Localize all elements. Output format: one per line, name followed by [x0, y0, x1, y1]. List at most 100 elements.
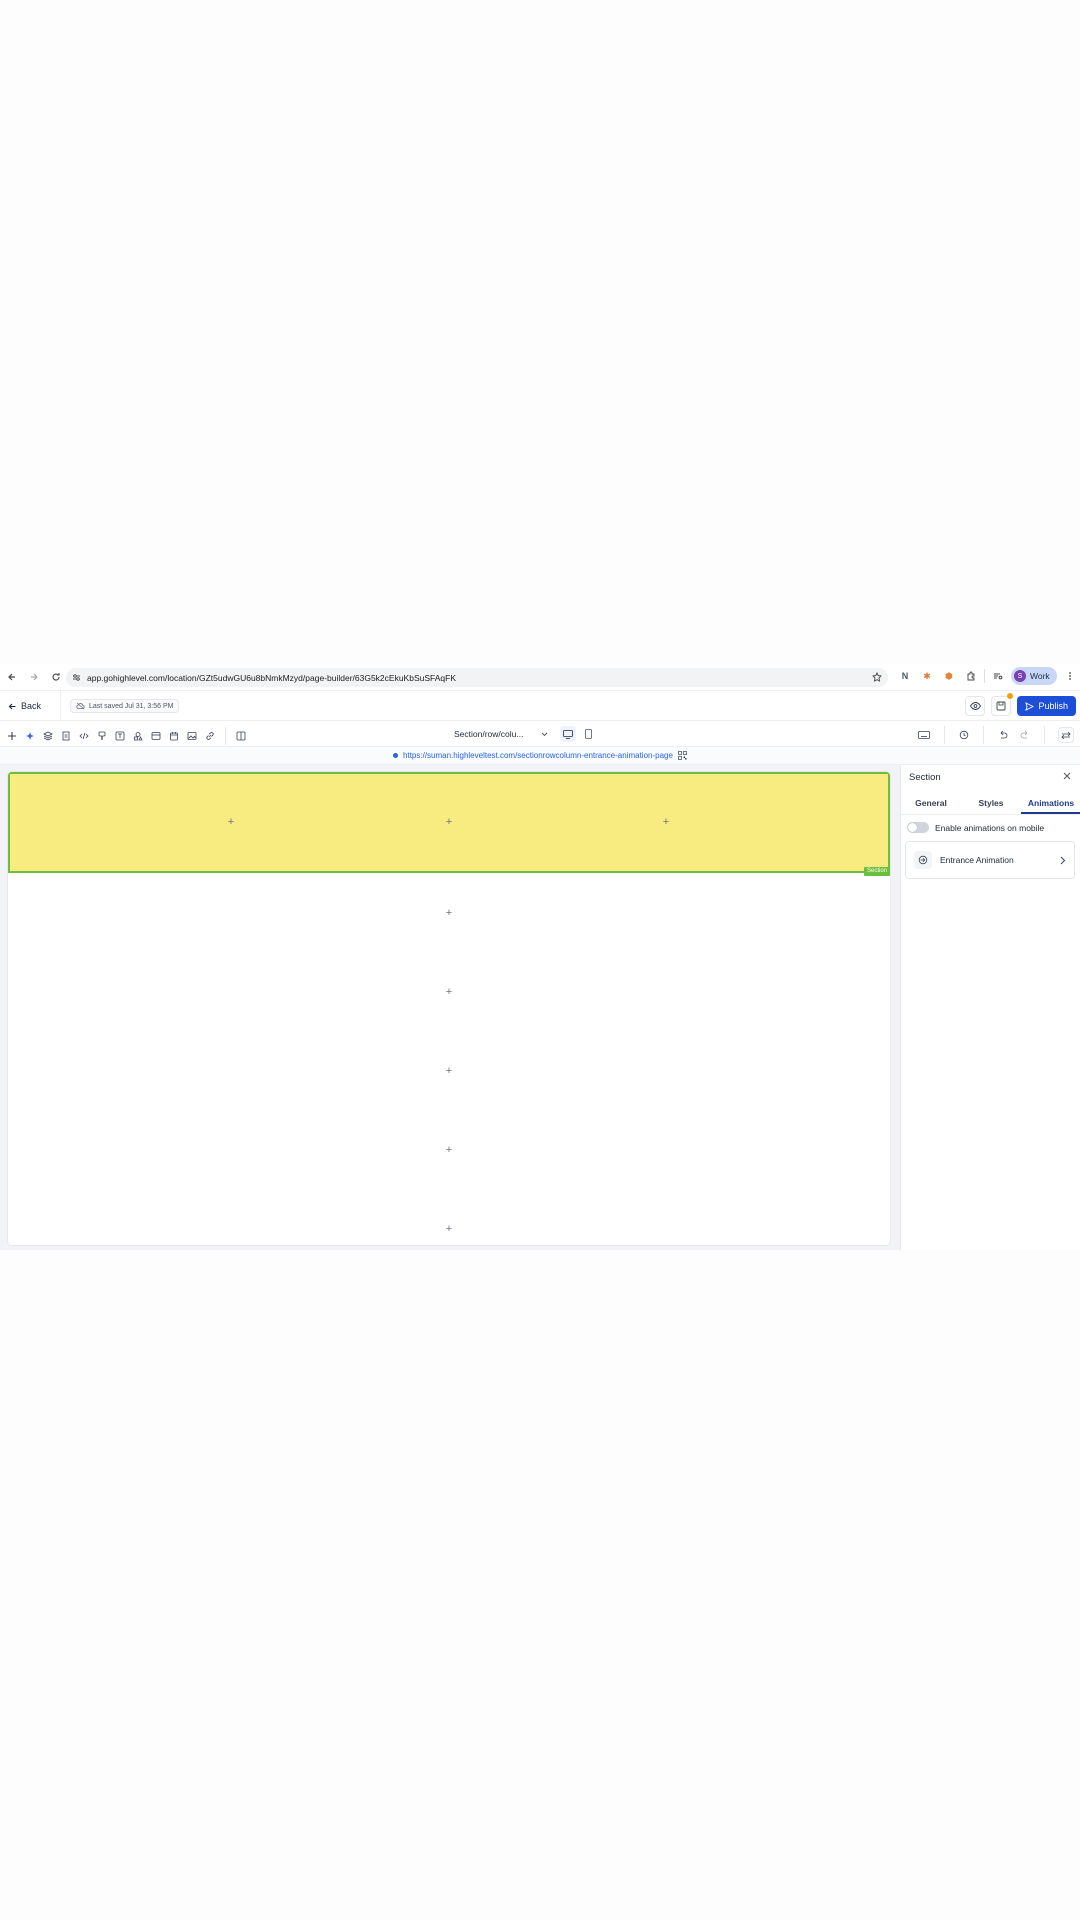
divider: [944, 726, 945, 744]
avatar: S: [1014, 670, 1026, 682]
add-section-button[interactable]: +: [443, 1223, 455, 1235]
text-settings-icon[interactable]: [114, 730, 126, 742]
tab-styles[interactable]: Styles: [961, 793, 1021, 814]
qr-code-icon[interactable]: [678, 751, 687, 760]
back-button[interactable]: Back: [8, 697, 41, 715]
eye-icon: [969, 702, 981, 710]
shapes-icon[interactable]: [132, 730, 144, 742]
canvas-page: + + + Section + + + + +: [8, 772, 890, 1245]
builder-canvas: + + + Section + + + + +: [0, 765, 900, 1250]
code-icon[interactable]: [78, 730, 90, 742]
mobile-animation-row: Enable animations on mobile: [907, 822, 1044, 833]
tab-general[interactable]: General: [901, 793, 961, 814]
live-url-strip: https://suman.highleveltest.com/sectionr…: [0, 747, 1080, 765]
address-bar[interactable]: app.gohighlevel.com/location/GZt5udwGU6u…: [66, 668, 888, 687]
paint-icon[interactable]: [96, 730, 108, 742]
header-actions: Publish: [965, 693, 1076, 716]
keyboard-icon[interactable]: [917, 729, 931, 741]
back-arrow-icon: [8, 703, 16, 709]
swap-panel-button[interactable]: [1058, 727, 1074, 743]
profile-chip[interactable]: S Work: [1011, 667, 1057, 685]
mobile-animation-toggle[interactable]: [907, 822, 929, 833]
page-selector-label: Section/row/colu...: [454, 729, 524, 739]
live-status-dot: [393, 753, 399, 758]
tab-animations[interactable]: Animations: [1021, 793, 1080, 814]
divider: [984, 669, 985, 683]
last-saved-text: Last saved Jul 31, 3:56 PM: [89, 702, 174, 710]
redo-icon[interactable]: [1019, 729, 1031, 741]
add-column-button[interactable]: +: [443, 816, 455, 828]
site-settings-icon[interactable]: [72, 673, 81, 682]
save-icon: [997, 701, 1006, 711]
extension-cube-icon[interactable]: ⬢: [940, 667, 958, 685]
entrance-animation-card[interactable]: Entrance Animation: [905, 841, 1075, 879]
extension-asterisk-icon[interactable]: ✱: [918, 667, 936, 685]
forward-arrow-icon[interactable]: [24, 667, 44, 687]
profile-label: Work: [1030, 671, 1050, 681]
app-window: app.gohighlevel.com/location/GZt5udwGU6u…: [0, 664, 1080, 1250]
publish-label: Publish: [1038, 701, 1068, 711]
reload-icon[interactable]: [46, 667, 66, 687]
toggle-knob: [908, 823, 917, 832]
link-icon[interactable]: [204, 730, 216, 742]
section-tag[interactable]: Section: [863, 867, 890, 876]
send-icon: [1025, 701, 1035, 711]
pages-icon[interactable]: [60, 730, 72, 742]
mobile-animation-label: Enable animations on mobile: [935, 822, 1045, 833]
image-icon[interactable]: [186, 730, 198, 742]
publish-button[interactable]: Publish: [1017, 696, 1076, 716]
history-icon[interactable]: [958, 729, 970, 741]
builder-toolbar: Section/row/colu...: [0, 721, 1080, 747]
add-section-button[interactable]: +: [443, 907, 455, 919]
back-label: Back: [21, 701, 42, 711]
address-url: app.gohighlevel.com/location/GZt5udwGU6u…: [87, 672, 457, 683]
extensions-puzzle-icon[interactable]: [962, 667, 980, 685]
extension-n-icon[interactable]: N: [896, 667, 914, 685]
selected-section[interactable]: + + +: [8, 772, 890, 873]
chevron-right-icon: [1060, 856, 1066, 865]
columns-icon[interactable]: [235, 730, 247, 742]
divider: [60, 691, 61, 721]
live-url-link[interactable]: https://suman.highleveltest.com/sectionr…: [403, 751, 673, 760]
builder-header: Back Last saved Jul 31, 3:56 PM Publish: [0, 691, 1080, 721]
extensions-area: N ✱ ⬢ S Work: [896, 667, 1079, 685]
bookmark-star-icon[interactable]: [872, 672, 882, 682]
divider: [225, 727, 226, 745]
mobile-view-icon[interactable]: [580, 726, 596, 742]
cloud-off-icon: [76, 702, 85, 710]
toolbar-actions: [917, 726, 1074, 744]
back-arrow-icon[interactable]: [2, 667, 22, 687]
divider: [983, 726, 984, 744]
settings-panel: Section General Styles Animations Enable…: [900, 765, 1080, 1250]
entrance-animation-label: Entrance Animation: [940, 855, 1014, 865]
layers-icon[interactable]: [42, 730, 54, 742]
close-icon[interactable]: [1062, 771, 1074, 783]
kebab-menu-icon[interactable]: [1061, 667, 1079, 685]
divider: [1044, 726, 1045, 744]
add-element-icon[interactable]: [6, 730, 18, 742]
notification-dot: [1007, 693, 1014, 699]
panel-title: Section: [909, 772, 941, 783]
add-section-button[interactable]: +: [443, 1144, 455, 1156]
ai-sparkle-icon[interactable]: [24, 730, 36, 742]
panel-tabs: General Styles Animations: [901, 793, 1080, 815]
add-section-button[interactable]: +: [443, 1065, 455, 1077]
element-tools: [6, 727, 247, 745]
entrance-icon: [914, 851, 932, 869]
last-saved-chip: Last saved Jul 31, 3:56 PM: [70, 699, 180, 713]
desktop-view-icon[interactable]: [560, 726, 576, 742]
add-section-button[interactable]: +: [443, 986, 455, 998]
add-column-button[interactable]: +: [660, 816, 672, 828]
calendar-icon[interactable]: [168, 730, 180, 742]
tab-search-icon[interactable]: [989, 667, 1007, 685]
device-toggle: [560, 726, 596, 742]
swap-icon: [1061, 731, 1071, 739]
form-icon[interactable]: [150, 730, 162, 742]
browser-toolbar: app.gohighlevel.com/location/GZt5udwGU6u…: [0, 664, 1080, 691]
add-column-button[interactable]: +: [225, 816, 237, 828]
chevron-down-icon: [541, 732, 548, 736]
undo-icon[interactable]: [997, 729, 1009, 741]
page-selector[interactable]: Section/row/colu...: [454, 727, 548, 741]
save-button[interactable]: [991, 693, 1014, 716]
preview-button[interactable]: [965, 696, 986, 716]
